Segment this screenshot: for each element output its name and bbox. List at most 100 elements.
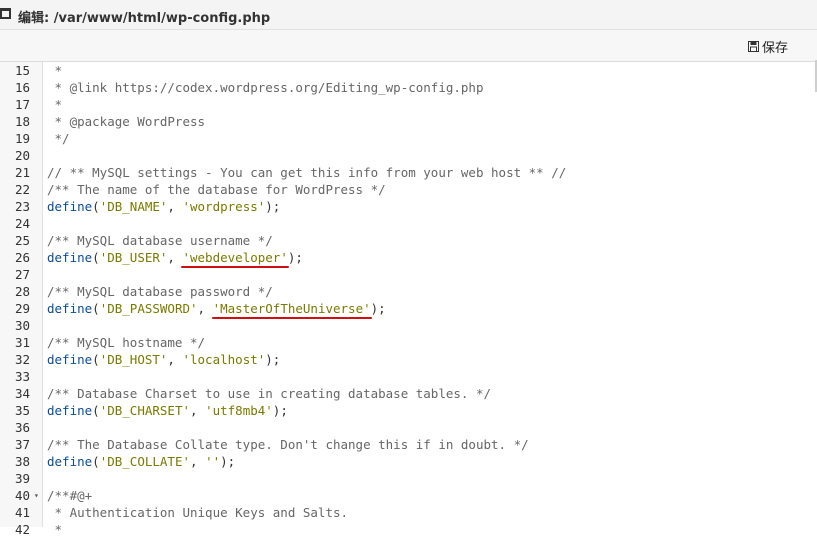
code-token: /** MySQL database password */ bbox=[47, 284, 273, 299]
code-line[interactable]: 42 * bbox=[0, 521, 817, 538]
code-line[interactable]: 22 /** The name of the database for WordP… bbox=[0, 181, 817, 198]
code-line[interactable]: 36 bbox=[0, 419, 817, 436]
code-line[interactable]: 38 define('DB_COLLATE', ''); bbox=[0, 453, 817, 470]
code-text: define('DB_NAME', 'wordpress'); bbox=[47, 198, 280, 215]
code-line[interactable]: 35 define('DB_CHARSET', 'utf8mb4'); bbox=[0, 402, 817, 419]
line-number: 38 bbox=[14, 454, 30, 469]
code-text: * bbox=[47, 62, 63, 79]
code-token: define bbox=[47, 250, 93, 265]
code-editor[interactable]: 15 * 16 * @link https://codex.wordpress.o… bbox=[0, 62, 817, 538]
code-token: define bbox=[47, 301, 93, 316]
code-line[interactable]: 16 * @link https://codex.wordpress.org/E… bbox=[0, 79, 817, 96]
code-token: /** The name of the database for WordPre… bbox=[47, 182, 386, 197]
line-number: 31 bbox=[14, 335, 30, 350]
code-token: , bbox=[167, 352, 183, 367]
save-button[interactable]: 保存 bbox=[748, 36, 788, 56]
line-number: 18 bbox=[14, 114, 30, 129]
code-line[interactable]: 20 bbox=[0, 147, 817, 164]
code-line[interactable]: 25 /** MySQL database username */ bbox=[0, 232, 817, 249]
code-token: 'MasterOfTheUniverse' bbox=[212, 301, 371, 316]
code-line[interactable]: 26 define('DB_USER', 'webdeveloper'); bbox=[0, 249, 817, 266]
code-line[interactable]: 30 bbox=[0, 317, 817, 334]
code-token: * bbox=[47, 97, 63, 112]
code-line[interactable]: 28 /** MySQL database password */ bbox=[0, 283, 817, 300]
code-line[interactable]: 33 bbox=[0, 368, 817, 385]
line-number: 32 bbox=[14, 352, 30, 367]
code-text: /** The Database Collate type. Don't cha… bbox=[47, 436, 529, 453]
code-token: * bbox=[47, 63, 63, 78]
editor-toolbar: 保存 bbox=[0, 30, 817, 92]
code-line[interactable]: 15 * bbox=[0, 62, 817, 79]
code-token: ( bbox=[92, 301, 100, 316]
code-line[interactable]: 39 bbox=[0, 470, 817, 487]
line-number: 42 bbox=[14, 522, 30, 537]
line-number: 24 bbox=[14, 216, 30, 231]
code-line[interactable]: 34 /** Database Charset to use in creatin… bbox=[0, 385, 817, 402]
code-token: ); bbox=[265, 352, 281, 367]
line-number: 27 bbox=[14, 267, 30, 282]
code-line[interactable]: 21 // ** MySQL settings - You can get thi… bbox=[0, 164, 817, 181]
code-token: , bbox=[167, 199, 183, 214]
code-line[interactable]: 40 ▾ /**#@+ bbox=[0, 487, 817, 504]
code-text: /** Database Charset to use in creating … bbox=[47, 385, 491, 402]
line-number: 34 bbox=[14, 386, 30, 401]
code-token: * Authentication Unique Keys and Salts. bbox=[47, 505, 349, 520]
code-token: 'utf8mb4' bbox=[205, 403, 273, 418]
code-text: // ** MySQL settings - You can get this … bbox=[47, 164, 566, 181]
code-token: 'wordpress' bbox=[182, 199, 266, 214]
code-token: /** MySQL hostname */ bbox=[47, 335, 206, 350]
code-token: 'DB_CHARSET' bbox=[99, 403, 190, 418]
code-token: , bbox=[190, 454, 206, 469]
code-token: ); bbox=[370, 301, 386, 316]
window-title: 编辑: /var/www/html/wp-config.php bbox=[18, 11, 271, 26]
code-token: ( bbox=[92, 403, 100, 418]
code-token: ); bbox=[272, 403, 288, 418]
save-icon bbox=[748, 40, 759, 52]
line-number: 16 bbox=[14, 80, 30, 95]
line-number: 20 bbox=[14, 148, 30, 163]
line-number: 37 bbox=[14, 437, 30, 452]
code-line[interactable]: 31 /** MySQL hostname */ bbox=[0, 334, 817, 351]
line-number: 29 bbox=[14, 301, 30, 316]
code-token: define bbox=[47, 352, 93, 367]
code-text: * bbox=[47, 96, 63, 113]
code-line[interactable]: 19 */ bbox=[0, 130, 817, 147]
code-token: , bbox=[190, 403, 206, 418]
code-token: , bbox=[167, 250, 183, 265]
code-token: 'localhost' bbox=[182, 352, 266, 367]
code-text: */ bbox=[47, 130, 70, 147]
code-line[interactable]: 23 define('DB_NAME', 'wordpress'); bbox=[0, 198, 817, 215]
code-line[interactable]: 27 bbox=[0, 266, 817, 283]
code-token: define bbox=[47, 403, 93, 418]
line-number: 30 bbox=[14, 318, 30, 333]
save-label: 保存 bbox=[762, 40, 789, 56]
code-line[interactable]: 41 * Authentication Unique Keys and Salt… bbox=[0, 504, 817, 521]
code-text: define('DB_HOST', 'localhost'); bbox=[47, 351, 280, 368]
line-number: 40 bbox=[14, 488, 30, 503]
code-text: define('DB_USER', 'webdeveloper'); bbox=[47, 249, 303, 266]
code-token: * bbox=[47, 522, 63, 537]
code-token: /** The Database Collate type. Don't cha… bbox=[47, 437, 529, 452]
code-text: /** The name of the database for WordPre… bbox=[47, 181, 386, 198]
code-line[interactable]: 32 define('DB_HOST', 'localhost'); bbox=[0, 351, 817, 368]
line-number: 22 bbox=[14, 182, 30, 197]
code-line[interactable]: 18 * @package WordPress bbox=[0, 113, 817, 130]
line-number: 19 bbox=[14, 131, 30, 146]
code-token: ( bbox=[92, 454, 100, 469]
code-token: ( bbox=[92, 250, 100, 265]
code-token: define bbox=[47, 199, 93, 214]
code-text: /**#@+ bbox=[47, 487, 92, 504]
line-number: 33 bbox=[14, 369, 30, 384]
code-text: /** MySQL hostname */ bbox=[47, 334, 205, 351]
code-line[interactable]: 24 bbox=[0, 215, 817, 232]
code-token: */ bbox=[47, 131, 70, 146]
code-text: * Authentication Unique Keys and Salts. bbox=[47, 504, 349, 521]
code-text: define('DB_COLLATE', ''); bbox=[47, 453, 235, 470]
code-token: ( bbox=[92, 199, 100, 214]
code-line[interactable]: 29 define('DB_PASSWORD', 'MasterOfTheUniv… bbox=[0, 300, 817, 317]
code-token: /** MySQL database username */ bbox=[47, 233, 273, 248]
code-line[interactable]: 37 /** The Database Collate type. Don't c… bbox=[0, 436, 817, 453]
fold-arrow-icon[interactable]: ▾ bbox=[34, 487, 39, 504]
code-line[interactable]: 17 * bbox=[0, 96, 817, 113]
line-number: 36 bbox=[14, 420, 30, 435]
